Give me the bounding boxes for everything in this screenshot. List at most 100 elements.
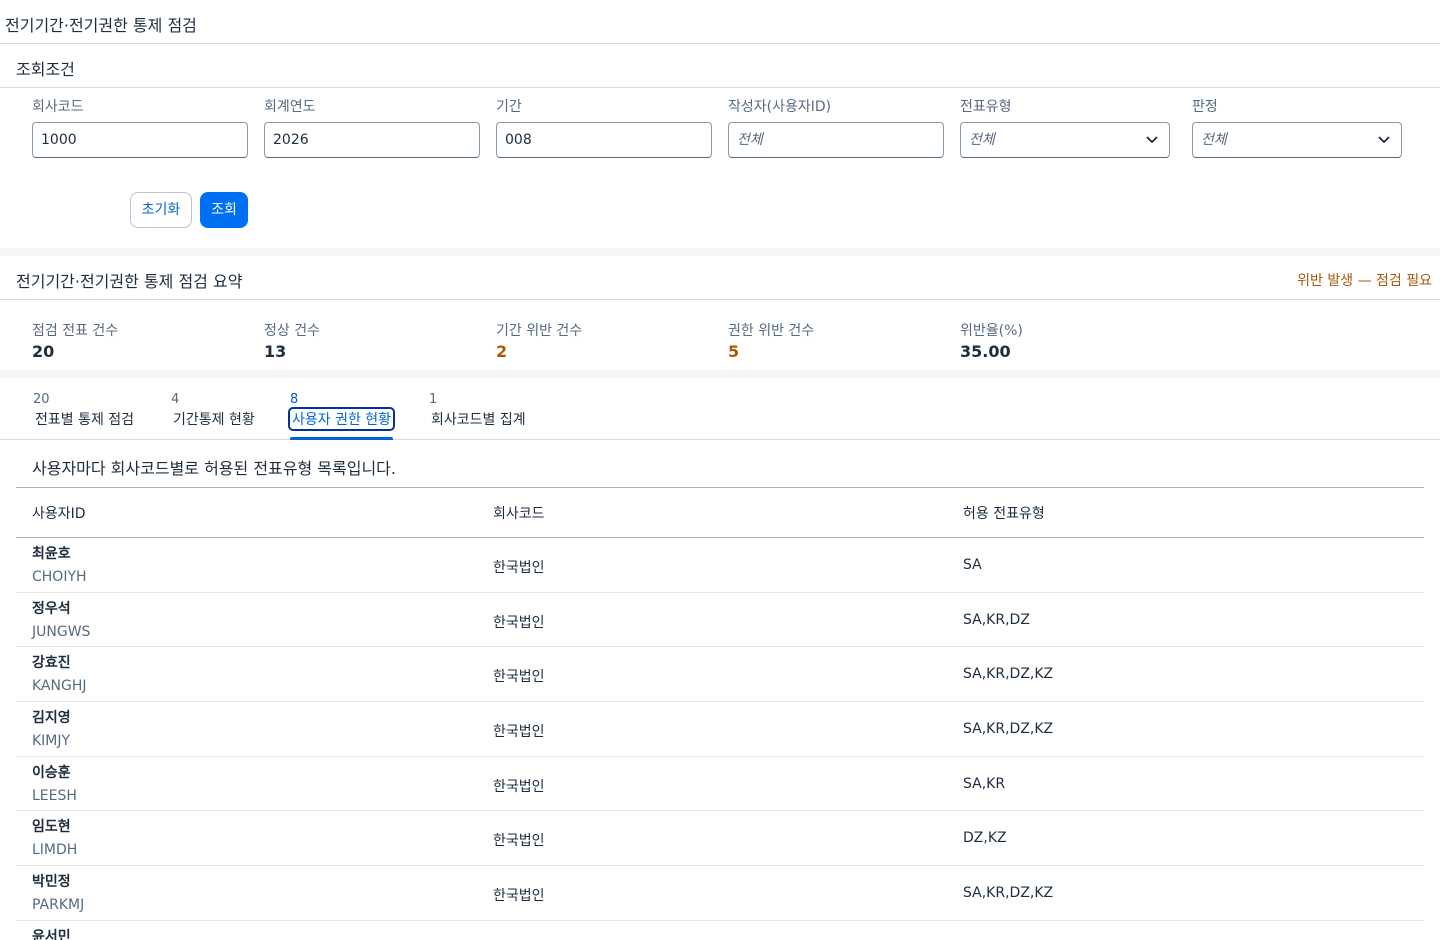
kpi-value: 5 (728, 342, 740, 361)
company-code: 한국법인 (493, 888, 545, 905)
judgement-select-value: 전체 (1201, 132, 1227, 148)
table-row[interactable]: 박민정 PARKMJ 한국법인 SA,KR,DZ,KZ (16, 866, 1424, 921)
kpi-value: 35.00 (960, 342, 1011, 361)
tab-count: 4 (171, 392, 180, 407)
kpi-violation-rate: 위반율(%) 35.00 (960, 320, 1023, 361)
judgement-field: 판정 전체 (1192, 96, 1402, 158)
user-name: 정우석 (32, 600, 71, 617)
kpi-label: 기간 위반 건수 (496, 323, 583, 339)
tab-user-auth[interactable]: 8 사용자 권한 현황 (287, 392, 396, 440)
table-row[interactable]: 임도현 LIMDH 한국법인 DZ,KZ (16, 811, 1424, 867)
allowed-doc-types: SA,KR,DZ,KZ (963, 721, 1054, 738)
kpi-period-violations: 기간 위반 건수 2 (496, 320, 582, 361)
doc-type-label: 전표유형 (960, 99, 1012, 115)
kpi-value: 2 (496, 342, 508, 361)
user-name: 강효진 (32, 655, 71, 672)
allowed-doc-types: SA (963, 557, 982, 573)
tab-label: 기간통제 현황 (173, 412, 255, 428)
judgement-label: 판정 (1192, 99, 1218, 115)
chevron-down-icon (1146, 136, 1158, 144)
allowed-doc-types: SA,KR,DZ,KZ (963, 666, 1054, 683)
user-id: LEESH (32, 787, 77, 804)
tab-description: 사용자마다 회사코드별로 허용된 전표유형 목록입니다. (32, 459, 396, 478)
column-header-company-code[interactable]: 회사코드 (493, 503, 545, 523)
judgement-select[interactable]: 전체 (1192, 122, 1402, 158)
kpi-label: 정상 건수 (264, 323, 320, 339)
author-input[interactable]: 전체 (728, 122, 944, 158)
fiscal-year-label: 회계연도 (264, 99, 316, 115)
table-row[interactable]: 김지영 KIMJY 한국법인 SA,KR,DZ,KZ (16, 702, 1424, 757)
user-name: 김지영 (32, 710, 71, 727)
page-title: 전기기간·전기권한 통제 점검 (5, 16, 197, 35)
allowed-doc-types: SA,KR,DZ (963, 611, 1030, 628)
kpi-value: 13 (264, 342, 287, 361)
table-row[interactable]: 최윤호 CHOIYH 한국법인 SA (16, 538, 1424, 593)
page-header: 전기기간·전기권한 통제 점검 (0, 0, 1440, 44)
reset-button[interactable]: 초기화 (130, 192, 192, 228)
tab-count: 20 (33, 392, 50, 407)
period-label: 기간 (496, 99, 522, 115)
tab-count: 1 (429, 392, 438, 407)
tab-label: 회사코드별 집계 (431, 412, 526, 428)
summary-panel-title: 전기기간·전기권한 통제 점검 요약 (16, 272, 243, 291)
active-tab-indicator (290, 437, 394, 440)
tab-panel: 20 전표별 통제 점검 4 기간통제 현황 8 사용자 권한 현황 1 회사코… (0, 378, 1440, 940)
doc-type-select-value: 전체 (969, 132, 995, 148)
user-id: CHOIYH (32, 569, 87, 585)
period-input[interactable]: 008 (496, 122, 712, 158)
search-button[interactable]: 조회 (200, 192, 248, 228)
author-field: 작성자(사용자ID) 전체 (728, 96, 944, 158)
filter-panel: 조회조건 회사코드 1000 회계연도 2026 기간 008 작성자(사용자I… (0, 44, 1440, 248)
kpi-label: 점검 전표 건수 (32, 323, 119, 339)
user-name: 임도현 (32, 819, 71, 836)
table-header: 사용자ID 회사코드 허용 전표유형 (16, 488, 1424, 538)
doc-type-field: 전표유형 전체 (960, 96, 1170, 158)
tab-bar: 20 전표별 통제 점검 4 기간통제 현황 8 사용자 권한 현황 1 회사코… (0, 378, 1440, 440)
filter-panel-title: 조회조건 (16, 60, 75, 79)
company-code: 한국법인 (493, 833, 545, 850)
company-code: 한국법인 (493, 724, 545, 741)
tab-label: 전표별 통제 점검 (35, 412, 135, 428)
table-row[interactable]: 강효진 KANGHJ 한국법인 SA,KR,DZ,KZ (16, 647, 1424, 703)
company-code: 한국법인 (493, 669, 545, 686)
kpi-total-docs: 점검 전표 건수 20 (32, 320, 118, 361)
kpi-normal-count: 정상 건수 13 (264, 320, 320, 361)
filter-panel-header: 조회조건 (0, 44, 1440, 88)
period-field: 기간 008 (496, 96, 712, 158)
violation-status: 위반 발생 — 점검 필요 (1297, 273, 1432, 289)
column-header-allowed-types[interactable]: 허용 전표유형 (963, 503, 1045, 523)
kpi-label: 권한 위반 건수 (728, 323, 815, 339)
column-header-user-id[interactable]: 사용자ID (32, 503, 86, 523)
user-name: 윤서민 (32, 928, 71, 940)
user-name: 이승훈 (32, 764, 71, 781)
summary-panel: 전기기간·전기권한 통제 점검 요약 위반 발생 — 점검 필요 점검 전표 건… (0, 256, 1440, 370)
tab-doc-control-check[interactable]: 20 전표별 통제 점검 (33, 392, 136, 440)
allowed-doc-types: DZ,KZ (963, 830, 1007, 847)
table-row[interactable]: 정우석 JUNGWS 한국법인 SA,KR,DZ (16, 592, 1424, 648)
tab-count: 8 (290, 392, 299, 407)
company-code-label: 회사코드 (32, 99, 84, 115)
tab-period-control[interactable]: 4 기간통제 현황 (171, 392, 257, 440)
tab-label: 사용자 권한 현황 (287, 407, 396, 431)
company-code: 한국법인 (493, 614, 545, 631)
author-label: 작성자(사용자ID) (728, 99, 832, 115)
user-id: PARKMJ (32, 897, 85, 914)
company-code-field: 회사코드 1000 (32, 96, 248, 158)
table-row[interactable]: 이승훈 LEESH 한국법인 SA,KR (16, 756, 1424, 812)
kpi-auth-violations: 권한 위반 건수 5 (728, 320, 814, 361)
table-row[interactable]: 윤서민 (16, 920, 1424, 940)
user-auth-table: 사용자ID 회사코드 허용 전표유형 최윤호 CHOIYH 한국법인 SA 정우… (16, 487, 1424, 940)
company-code-input[interactable]: 1000 (32, 122, 248, 158)
allowed-doc-types: SA,KR (963, 775, 1006, 792)
chevron-down-icon (1378, 136, 1390, 144)
tab-company-summary[interactable]: 1 회사코드별 집계 (429, 392, 528, 440)
user-name: 박민정 (32, 874, 71, 891)
company-code: 한국법인 (493, 560, 545, 576)
doc-type-select[interactable]: 전체 (960, 122, 1170, 158)
allowed-doc-types: SA,KR,DZ,KZ (963, 885, 1054, 902)
fiscal-year-field: 회계연도 2026 (264, 96, 480, 158)
user-id: KANGHJ (32, 678, 87, 695)
fiscal-year-input[interactable]: 2026 (264, 122, 480, 158)
kpi-label: 위반율(%) (960, 323, 1023, 339)
user-id: JUNGWS (32, 623, 91, 640)
